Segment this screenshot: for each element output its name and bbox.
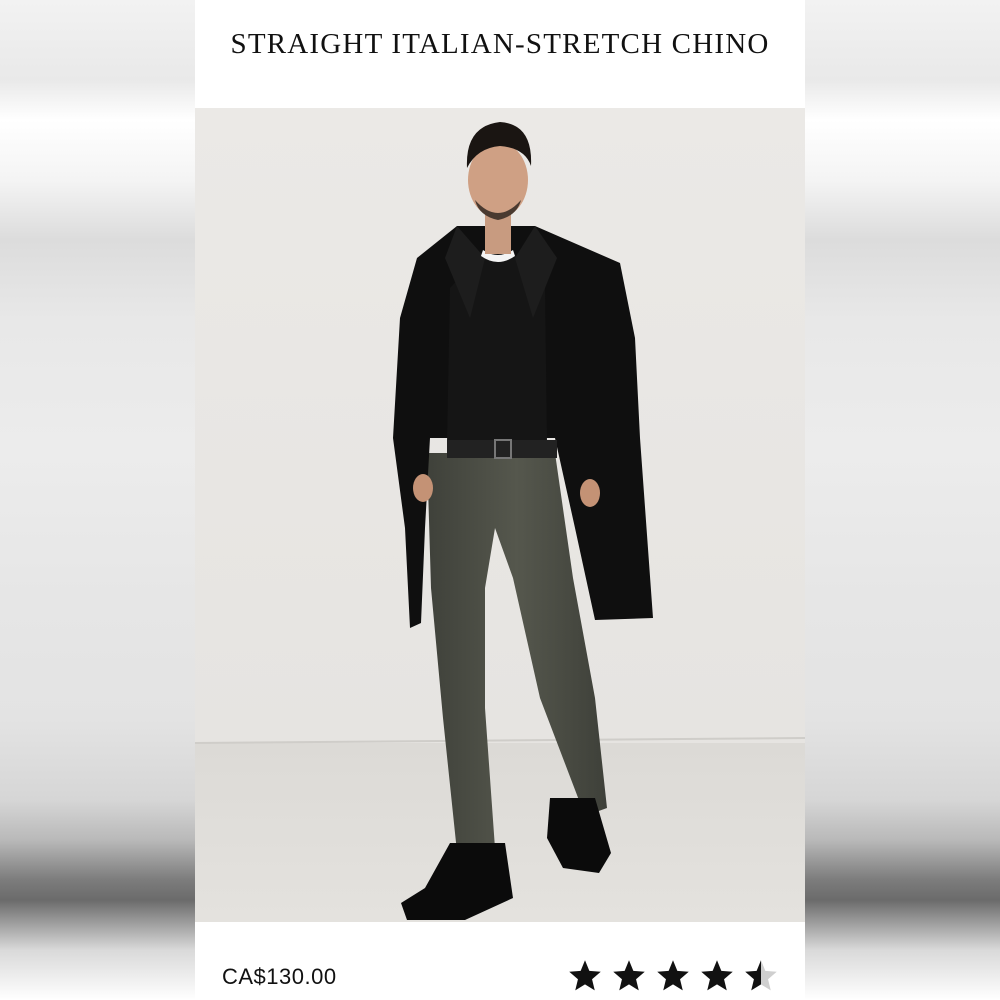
star-icon — [701, 960, 733, 991]
product-price: CA$130.00 — [222, 964, 337, 989]
star-icon — [613, 960, 645, 991]
star-icon — [657, 960, 689, 991]
star-icon — [569, 960, 601, 991]
screen-backdrop: STRAIGHT ITALIAN-STRETCH CHINO CA$130.00 — [0, 0, 1000, 1000]
product-photo-illustration — [195, 108, 805, 922]
product-card: STRAIGHT ITALIAN-STRETCH CHINO CA$130.00 — [195, 0, 805, 1000]
product-image[interactable] — [195, 108, 805, 922]
product-title: STRAIGHT ITALIAN-STRETCH CHINO — [230, 28, 770, 60]
rating-stars[interactable] — [567, 958, 779, 994]
half-star-icon — [745, 960, 777, 991]
